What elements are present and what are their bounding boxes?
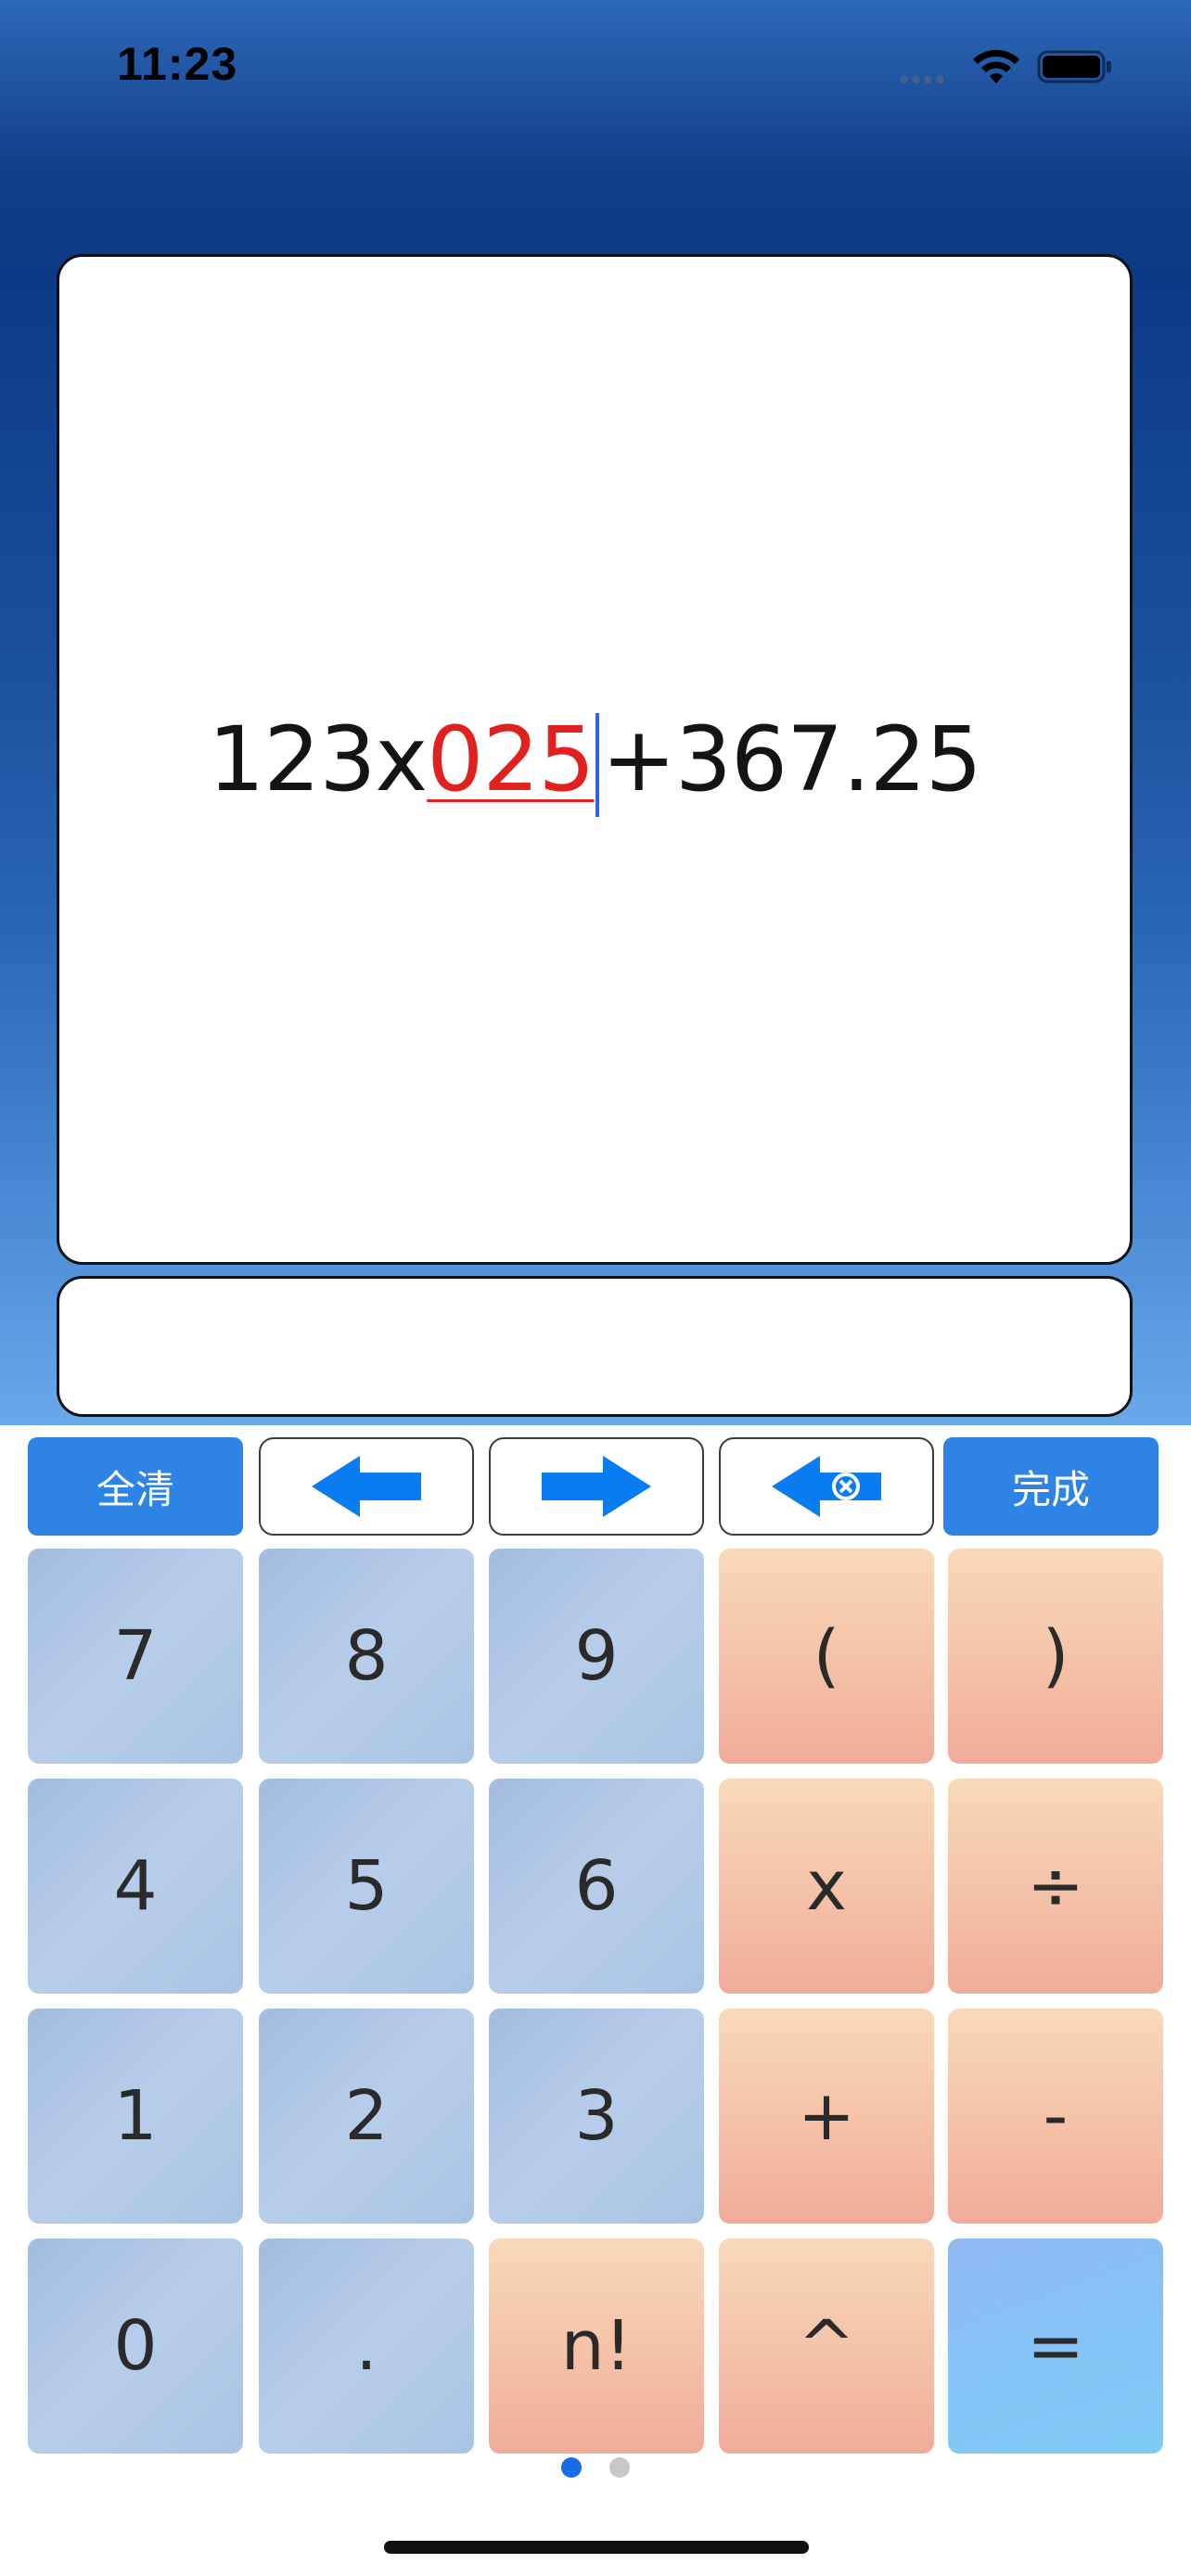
expression-text: 123x 025 +367.25 [59,257,1130,1262]
key-8[interactable]: 8 [259,1549,474,1764]
display-background: 11:23 123x 025 +367.25 [0,0,1191,1425]
battery-icon [1037,50,1111,83]
arrow-left-icon [312,1456,421,1517]
signal-icon [900,71,948,88]
calculator-app: 11:23 123x 025 +367.25 全清 完成 7 8 9 () 4… [0,0,1191,2576]
backspace-button[interactable] [719,1437,934,1536]
key-left-paren[interactable]: ( [719,1549,934,1764]
key-multiply[interactable]: x [719,1779,934,1994]
expression-display[interactable]: 123x 025 +367.25 [57,254,1133,1265]
arrow-right-icon [542,1456,651,1517]
key-power[interactable]: ^ [719,2238,934,2454]
expression-before-cursor: 123x [208,708,428,811]
done-label: 完成 [1011,1466,1090,1512]
key-decimal[interactable]: . [259,2238,474,2454]
expression-after-cursor: +367.25 [601,708,981,811]
key-0[interactable]: 0 [28,2238,243,2454]
page-indicator[interactable] [0,2457,1191,2478]
key-factorial[interactable]: n! [489,2238,704,2454]
result-display [57,1276,1133,1417]
key-equals[interactable]: = [948,2238,1163,2454]
key-plus[interactable]: + [719,2009,934,2224]
wifi-icon [973,49,1019,83]
clear-all-label: 全清 [96,1466,174,1512]
key-divide[interactable]: ÷ [948,1779,1163,1994]
key-2[interactable]: 2 [259,2009,474,2224]
cursor-right-button[interactable] [489,1437,704,1536]
key-right-paren[interactable]: ) [948,1549,1163,1764]
key-minus[interactable]: - [948,2009,1163,2224]
page-dot-1[interactable] [561,2457,582,2478]
text-cursor [596,713,600,817]
page-dot-2[interactable] [609,2457,630,2478]
key-1[interactable]: 1 [28,2009,243,2224]
backspace-icon [772,1456,881,1517]
clear-all-button[interactable]: 全清 [28,1437,243,1536]
key-6[interactable]: 6 [489,1779,704,1994]
key-3[interactable]: 3 [489,2009,704,2224]
cursor-left-button[interactable] [259,1437,474,1536]
done-button[interactable]: 完成 [943,1437,1159,1536]
home-indicator[interactable] [384,2541,809,2554]
key-9[interactable]: 9 [489,1549,704,1764]
status-time: 11:23 [117,38,238,90]
key-4[interactable]: 4 [28,1779,243,1994]
expression-active-number: 025 [427,708,595,811]
key-5[interactable]: 5 [259,1779,474,1994]
key-7[interactable]: 7 [28,1549,243,1764]
